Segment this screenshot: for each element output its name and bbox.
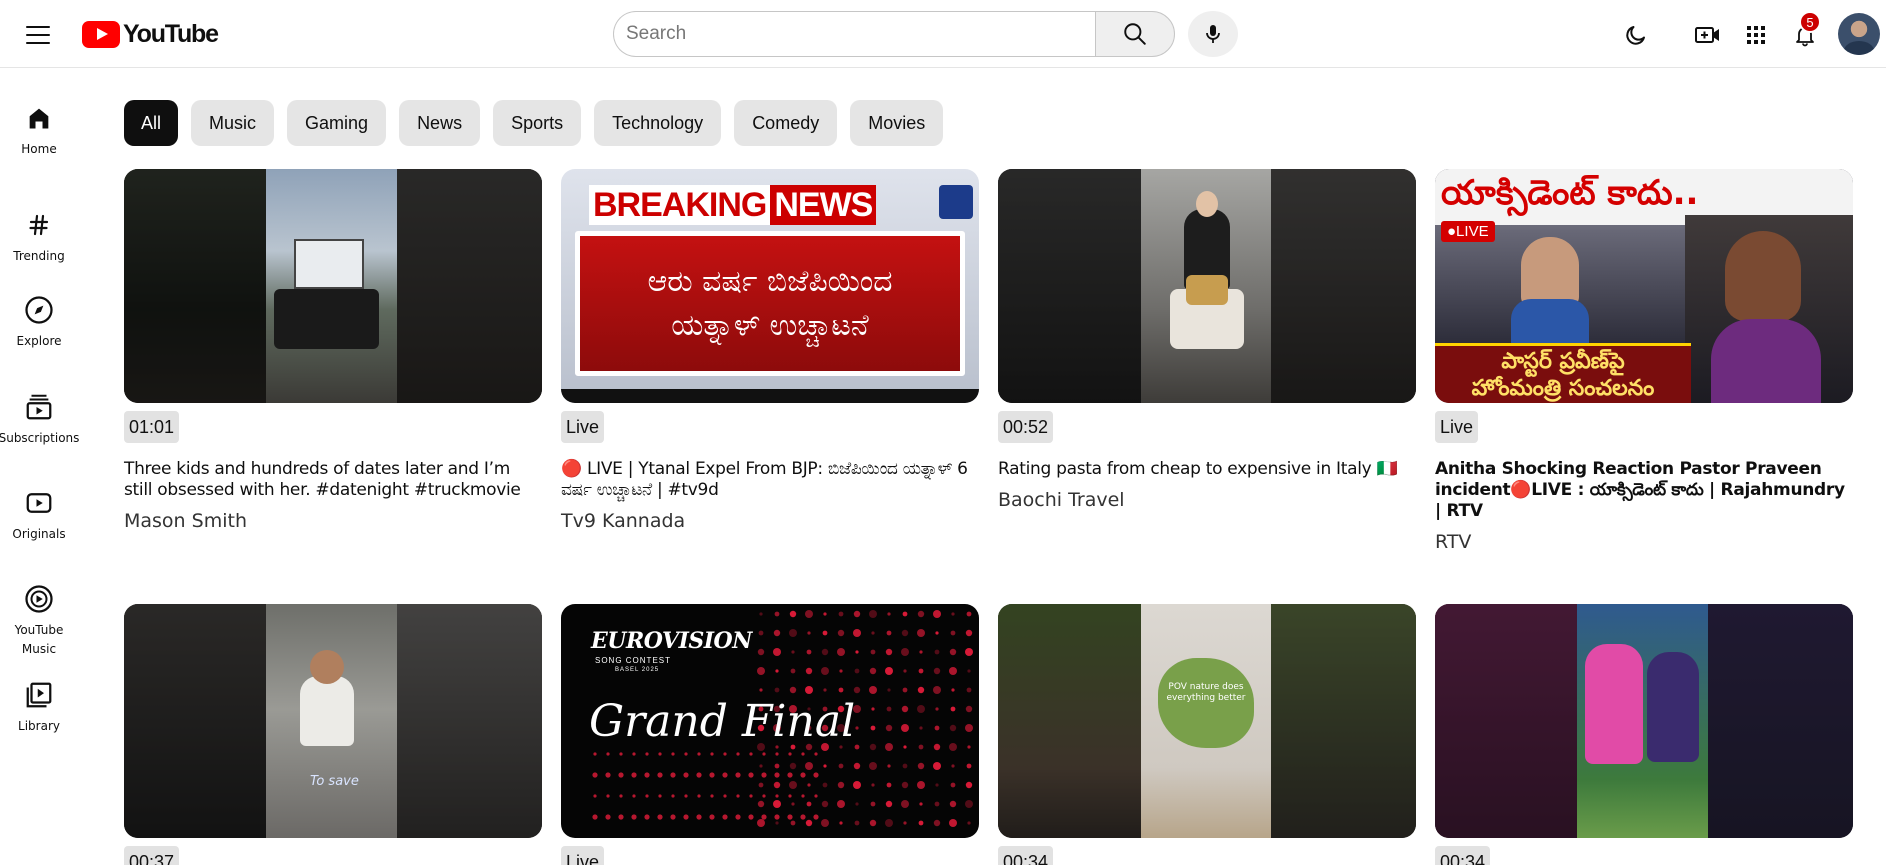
search-input[interactable] [613,11,1095,57]
chip-sports[interactable]: Sports [493,100,582,146]
video-card[interactable]: BREAKING NEWS ಆರು ವರ್ಷ ಬಿಜೆಪಿಯಿಂದ ಯತ್ನಾಳ್… [561,169,979,532]
duration-badge: 01:01 [124,411,180,443]
video-card[interactable]: EUROVISION SONG CONTEST BASEL 2025 Grand… [561,604,979,865]
thumbnail-caption: To save [310,774,359,789]
video-card[interactable]: 00:52 Rating pasta from cheap to expensi… [998,169,1416,511]
video-card[interactable]: యాక్సిడెంట్ కాదు.. ●LIVE పాస్టర్ ప్రవీణ్… [1435,169,1853,553]
notification-count-badge: 5 [1799,11,1821,33]
youtube-logo[interactable]: YouTube [82,19,219,48]
hamburger-menu-icon[interactable] [22,20,54,48]
search-button[interactable] [1095,11,1175,57]
thumbnail-live-tag: ●LIVE [1441,221,1495,242]
video-thumbnail[interactable] [998,169,1416,403]
search-bar [613,11,1175,57]
library-icon [23,679,55,711]
duration-badge: 00:34 [998,846,1054,865]
live-badge: Live [561,846,605,865]
originals-icon [23,487,55,519]
sidebar-item-home[interactable]: Home [0,102,78,159]
eurovision-location: BASEL 2025 [615,667,660,673]
video-card[interactable]: 00:34 [1435,604,1853,865]
eurovision-subtitle: SONG CONTEST [595,656,672,665]
search-icon [1124,23,1146,45]
thumbnail-caption: POV nature does everything better [1166,682,1246,703]
compass-icon [23,294,55,326]
channel-name[interactable]: Tv9 Kannada [561,510,979,532]
video-thumbnail[interactable] [124,169,542,403]
video-title[interactable]: Anitha Shocking Reaction Pastor Praveen … [1435,459,1853,522]
duration-badge: 00:34 [1435,846,1491,865]
microphone-icon [1206,25,1220,43]
channel-name[interactable]: RTV [1435,531,1853,553]
duration-badge: 00:52 [998,411,1054,443]
sidebar-item-label: YouTube Music [14,623,64,656]
sidebar-item-explore[interactable]: Explore [0,294,78,351]
chip-technology[interactable]: Technology [594,100,722,146]
chip-all[interactable]: All [124,100,179,146]
chip-news[interactable]: News [399,100,481,146]
sidebar-item-label: Library [18,719,60,733]
video-thumbnail[interactable]: POV nature does everything better [998,604,1416,838]
breaking-news-banner: BREAKING NEWS [589,185,877,225]
hash-icon [23,209,55,241]
youtube-play-logo-icon [82,20,120,48]
video-thumbnail[interactable] [1435,604,1853,838]
sidebar-item-label: Originals [12,527,66,541]
duration-badge: 00:37 [124,846,180,865]
video-thumbnail[interactable]: EUROVISION SONG CONTEST BASEL 2025 Grand… [561,604,979,838]
chip-gaming[interactable]: Gaming [287,100,387,146]
sidebar-item-subscriptions[interactable]: Subscriptions [0,391,80,448]
category-chips: All Music Gaming News Sports Technology … [124,100,944,146]
video-plus-icon [1695,27,1719,43]
sidebar-item-youtube-music[interactable]: YouTube Music [0,583,78,659]
sidebar-item-label: Trending [13,249,65,263]
chip-music[interactable]: Music [191,100,275,146]
apps-grid-icon [1747,26,1765,44]
sidebar-item-trending[interactable]: Trending [0,209,78,266]
notifications-button[interactable]: 5 [1787,11,1823,53]
thumbnail-headline: యాక్సిడెంట్ కాదు.. [1441,173,1699,213]
channel-name[interactable]: Baochi Travel [998,489,1416,511]
logo-text: YouTube [123,19,219,48]
sidebar: Home Trending Explore Subscriptions Orig… [0,68,80,865]
video-card[interactable]: POV nature does everything better 00:34 [998,604,1416,865]
live-badge: Live [1435,411,1479,443]
music-play-icon [23,583,55,615]
video-thumbnail[interactable]: To save [124,604,542,838]
voice-search-button[interactable] [1188,11,1238,57]
video-card[interactable]: 01:01 Three kids and hundreds of dates l… [124,169,542,532]
dark-mode-toggle[interactable] [1618,17,1654,53]
sidebar-item-label: Explore [16,334,62,348]
top-bar: YouTube 5 [0,0,1886,68]
home-icon [23,102,55,134]
breaking-news-caption: ಆರು ವರ್ಷ ಬಿಜೆಪಿಯಿಂದ ಯತ್ನಾಳ್ ಉಚ್ಚಾಟನೆ [575,231,965,376]
sidebar-item-library[interactable]: Library [0,679,78,736]
video-thumbnail[interactable]: యాక్సిడెంట్ కాదు.. ●LIVE పాస్టర్ ప్రవీణ్… [1435,169,1853,403]
eurovision-brand: EUROVISION [591,628,752,654]
thumbnail-caption: పాస్టర్ ప్రవీణ్‌పై హోంమంత్రి సంచలనం [1435,343,1691,403]
video-thumbnail[interactable]: BREAKING NEWS ಆರು ವರ್ಷ ಬಿಜೆಪಿಯಿಂದ ಯತ್ನಾಳ್… [561,169,979,403]
video-card[interactable]: To save 00:37 [124,604,542,865]
thumbnail-headline: Grand Final [589,696,856,747]
subscriptions-icon [23,391,55,423]
video-title[interactable]: Three kids and hundreds of dates later a… [124,459,542,501]
chip-comedy[interactable]: Comedy [734,100,838,146]
apps-button[interactable] [1738,17,1774,53]
avatar[interactable] [1838,13,1880,55]
moon-icon [1626,26,1645,45]
chip-movies[interactable]: Movies [850,100,944,146]
live-badge: Live [561,411,605,443]
sidebar-item-originals[interactable]: Originals [0,487,78,544]
create-video-button[interactable] [1690,17,1726,53]
sidebar-item-label: Subscriptions [0,431,80,445]
channel-name[interactable]: Mason Smith [124,510,542,532]
video-title[interactable]: 🔴 LIVE | Ytanal Expel From BJP: ಬಿಜೆಪಿಯಿ… [561,459,979,501]
sidebar-item-label: Home [21,142,57,156]
video-title[interactable]: Rating pasta from cheap to expensive in … [998,459,1416,480]
